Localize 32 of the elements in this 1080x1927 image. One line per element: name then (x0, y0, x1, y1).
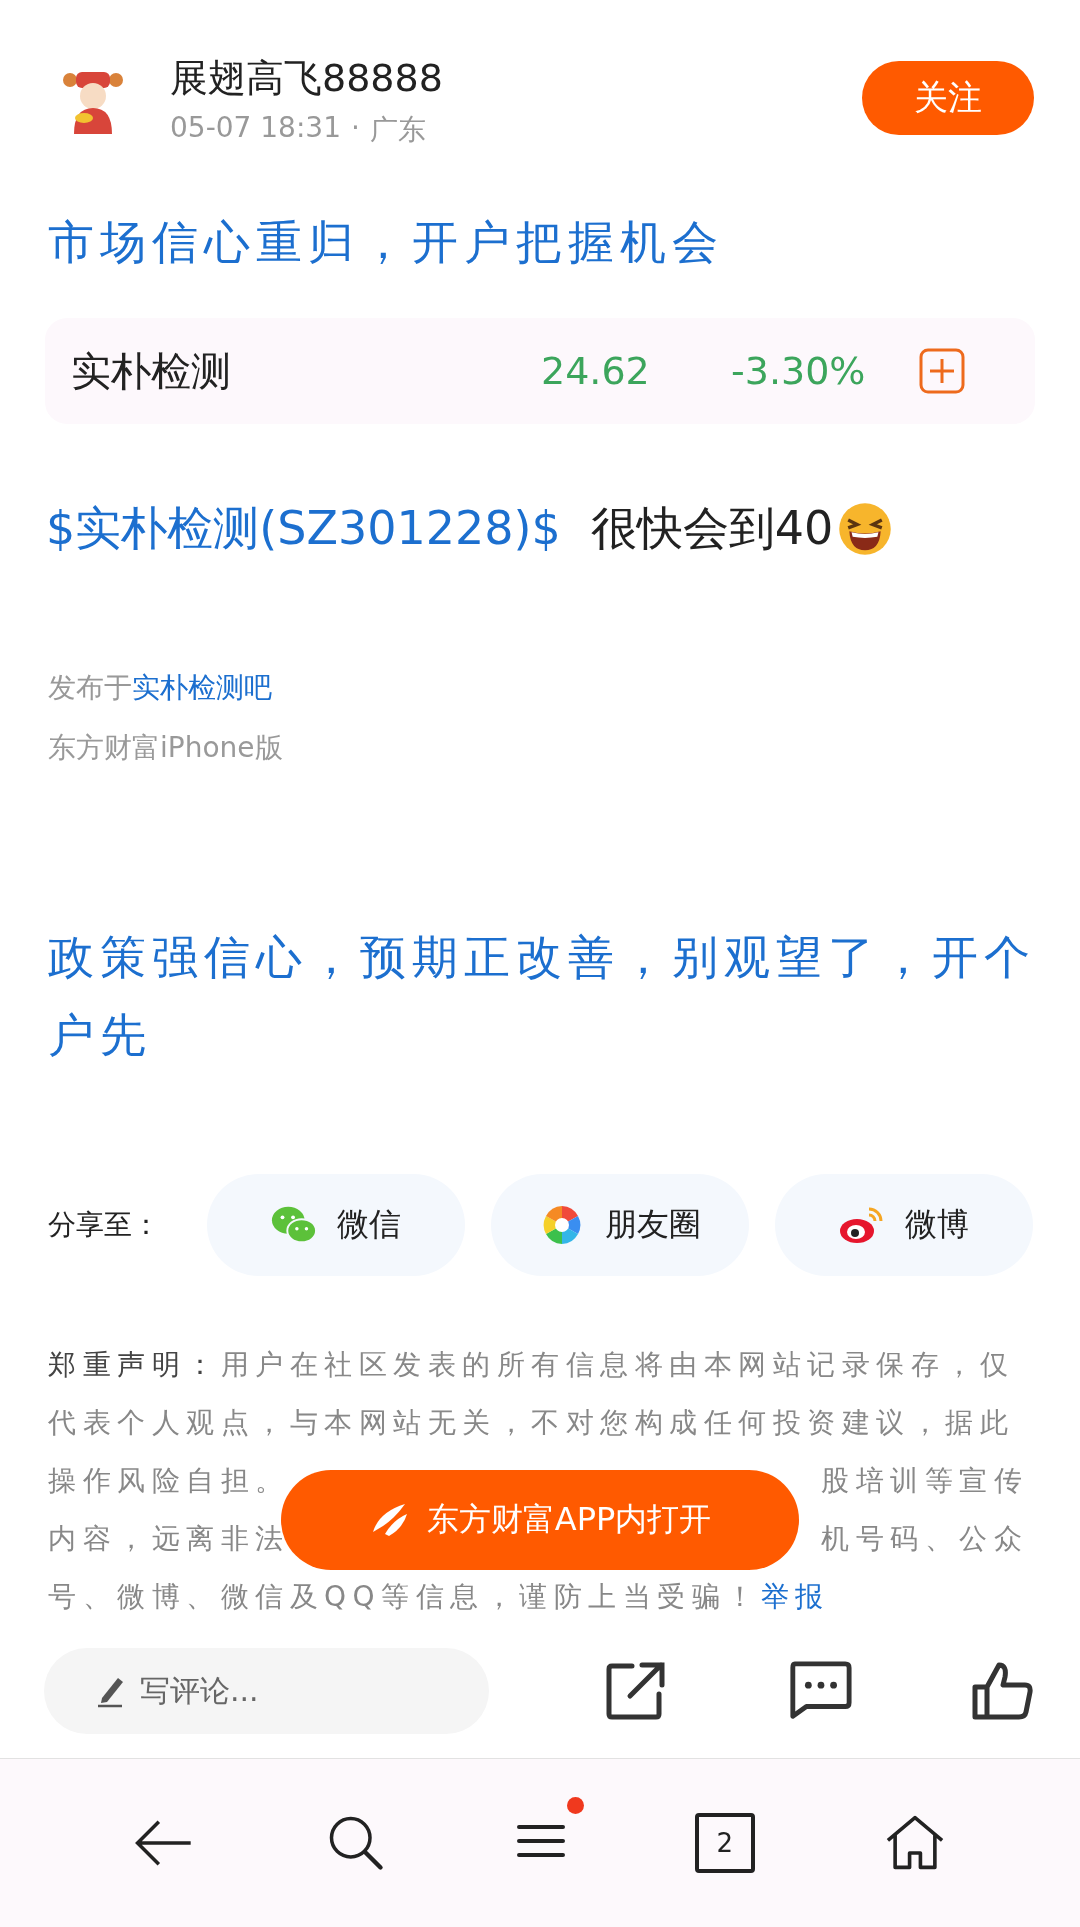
share-button[interactable]: 微信 (207, 1174, 465, 1276)
posted-in-label: 发布于 (48, 671, 132, 704)
stock-price: 24.62 (541, 349, 651, 393)
separator-dot: · (350, 111, 360, 146)
share-label: 分享至： (48, 1207, 161, 1243)
disclaimer-text: 机号码、公众 (821, 1521, 1028, 1557)
disclaimer-text: 郑重声明：用户在社区发表的所有信息将由本网站记录保存，仅代表个人观点，与本网站无关，不对您构成任何投资建议，据此 (48, 1347, 1015, 1441)
comment-field[interactable]: 写评论... (44, 1648, 489, 1734)
promo-title[interactable]: 政策强信心，预期正改善，别观望了，开个户先 (0, 918, 1080, 1074)
post-title: 市场信心重归，开户把握机会 (47, 214, 725, 271)
post-text: 很快会到40 (590, 500, 834, 557)
stock-change: -3.30% (731, 349, 867, 393)
follow-button[interactable]: 关注 (862, 61, 1034, 135)
tab-count-button[interactable]: 2 (694, 1813, 755, 1873)
report-link[interactable]: 举报 (760, 1580, 830, 1613)
author-name: 展翅高飞88888 (170, 55, 444, 102)
open-in-app-button[interactable]: 东方财富APP内打开 (281, 1470, 799, 1570)
add-icon[interactable] (919, 348, 965, 394)
share-button[interactable]: 朋友圈 (491, 1174, 749, 1276)
share-button[interactable]: 微博 (775, 1174, 1033, 1276)
forum-link[interactable]: 实朴检测吧 (132, 671, 272, 704)
disclaimer-text: 股培训等宣传 (821, 1463, 1028, 1499)
post-location: 广东 (369, 112, 426, 148)
stock-card[interactable]: 实朴检测 24.62 -3.30% (45, 318, 1035, 424)
stock-link[interactable]: $实朴检测(SZ301228)$ (46, 498, 561, 560)
stock-name: 实朴检测 (71, 346, 232, 396)
post-source: 东方财富iPhone版 (47, 730, 284, 766)
chat-bubbles-icon (271, 1205, 317, 1245)
weibo-eye-icon (839, 1205, 885, 1245)
post-time: 05-07 18:31 (170, 111, 341, 146)
disclaimer-text: 号、微博、微信及QQ等信息，谨防上当受骗！举报 (48, 1579, 830, 1615)
laughing-emoji-icon (837, 501, 894, 557)
